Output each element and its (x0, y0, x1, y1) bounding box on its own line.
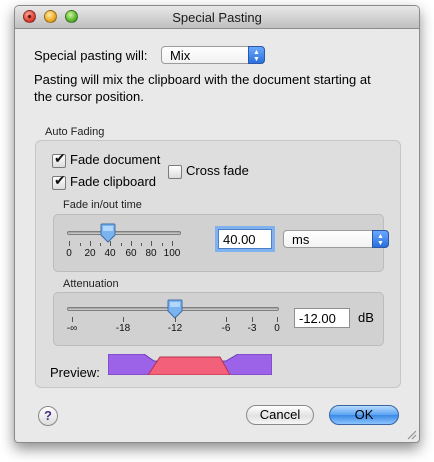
title-bar[interactable]: Special Pasting (15, 6, 419, 29)
fade-time-tick-label: 20 (84, 248, 96, 259)
fade-clipboard-checkbox[interactable] (52, 173, 66, 190)
auto-fading-caption: Auto Fading (45, 126, 105, 138)
pasting-description-line1: Pasting will mix the clipboard with the … (34, 72, 371, 87)
pasting-mode-value: Mix (170, 48, 191, 63)
fade-time-tick-label: 0 (66, 248, 72, 259)
fade-document-label[interactable]: Fade document (70, 152, 160, 167)
fade-time-minor-tick (79, 243, 81, 246)
attenuation-slider-thumb[interactable] (167, 299, 183, 319)
attenuation-tick (72, 317, 73, 322)
attenuation-group: -∞ -18 -12 -6 -3 0 -12.00 dB (53, 292, 384, 346)
resize-grip-icon[interactable] (405, 428, 417, 440)
fade-time-tick-label: 100 (163, 248, 181, 259)
attenuation-tick-label: 0 (274, 323, 280, 334)
popup-arrows-icon: ▲ ▼ (372, 230, 389, 248)
attenuation-tick (123, 317, 124, 322)
pasting-mode-popup[interactable]: Mix ▲ ▼ (161, 46, 265, 64)
cancel-button[interactable]: Cancel (246, 405, 314, 425)
attenuation-tick-label: -∞ (66, 323, 78, 334)
fade-time-unit-popup[interactable]: ms ▲ ▼ (283, 230, 389, 248)
fade-document-checkbox[interactable] (52, 151, 66, 168)
fade-clipboard-label[interactable]: Fade clipboard (70, 174, 156, 189)
cross-fade-checkbox[interactable] (168, 165, 182, 179)
attenuation-tick (252, 317, 253, 322)
fade-time-tick-label: 40 (104, 248, 116, 259)
special-pasting-dialog: Special Pasting Special pasting will: Mi… (14, 5, 420, 443)
fade-time-slider-track[interactable] (67, 231, 181, 235)
attenuation-tick-label: -6 (221, 323, 231, 334)
fade-time-tick-label: 80 (145, 248, 157, 259)
attenuation-tick (277, 317, 278, 322)
fade-time-minor-tick (100, 243, 101, 246)
help-button[interactable]: ? (38, 406, 58, 426)
fade-time-tick-label: 60 (125, 248, 137, 259)
fade-time-tick (69, 241, 70, 246)
fade-time-tick (90, 241, 91, 246)
attenuation-tick-label: -3 (247, 323, 257, 334)
fade-time-tick (172, 241, 173, 246)
fade-time-tick (151, 241, 152, 246)
pasting-mode-label: Special pasting will: (34, 48, 148, 63)
fade-time-group: 0 20 40 60 80 100 40.00 ms ▲ ▼ (53, 214, 389, 272)
fade-time-unit-value: ms (292, 232, 310, 247)
ok-button[interactable]: OK (329, 405, 399, 425)
fade-time-field[interactable]: 40.00 (218, 229, 272, 249)
preview-clipboard-shape (147, 356, 231, 375)
fade-time-minor-tick (141, 243, 142, 246)
fade-time-slider-thumb[interactable] (100, 223, 116, 243)
attenuation-tick (175, 317, 176, 322)
attenuation-tick-label: -18 (115, 323, 131, 334)
attenuation-caption: Attenuation (63, 278, 119, 290)
pasting-description-line2: the cursor position. (34, 89, 144, 104)
window-title: Special Pasting (172, 10, 262, 25)
attenuation-tick-label: -12 (167, 323, 183, 334)
popup-arrows-icon: ▲ ▼ (248, 46, 265, 64)
attenuation-field[interactable]: -12.00 (294, 308, 350, 328)
fade-time-minor-tick (161, 243, 163, 246)
attenuation-tick (226, 317, 227, 322)
auto-fading-group: Fade document Fade clipboard Cross fade … (35, 140, 401, 388)
fade-time-caption: Fade in/out time (63, 199, 142, 211)
fade-time-tick (110, 241, 111, 246)
preview-label: Preview: (50, 365, 100, 380)
fade-preview-graphic (108, 354, 272, 375)
fade-time-minor-tick (120, 243, 122, 246)
cross-fade-label[interactable]: Cross fade (186, 163, 249, 178)
attenuation-unit: dB (358, 310, 374, 325)
fade-time-tick (131, 241, 132, 246)
